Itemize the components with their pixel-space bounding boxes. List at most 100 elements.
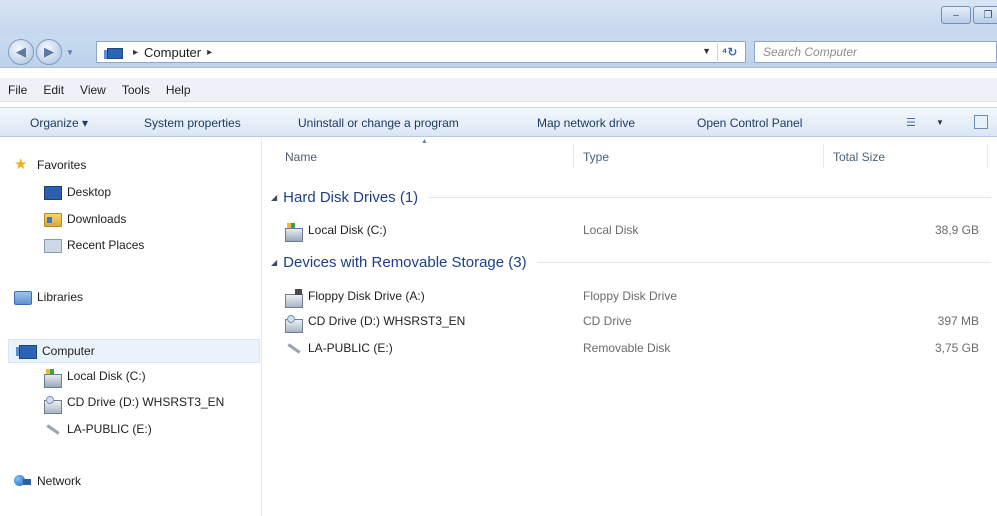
computer-icon: [16, 345, 37, 359]
column-header-total-size[interactable]: Total Size: [833, 150, 885, 164]
recent-places-icon: [44, 239, 62, 253]
sidebar-item-label: Libraries: [37, 290, 84, 304]
group-divider: [428, 197, 991, 198]
list-item[interactable]: Floppy Disk Drive (A:) Floppy Disk Drive: [285, 286, 985, 308]
libraries-icon: [14, 291, 32, 305]
menu-file[interactable]: File: [8, 83, 27, 97]
item-type: Removable Disk: [583, 341, 671, 355]
change-view-icon[interactable]: ☰: [906, 116, 916, 129]
group-header-removable-storage[interactable]: ◢ Devices with Removable Storage (3): [271, 254, 991, 271]
map-network-drive-button[interactable]: Map network drive: [537, 116, 635, 130]
title-bar: – ❐: [0, 0, 997, 34]
item-name: LA-PUBLIC (E:): [308, 341, 393, 355]
sidebar-item-la-public[interactable]: LA-PUBLIC (E:): [44, 422, 152, 436]
sidebar-item-label: Computer: [42, 344, 95, 358]
item-size: 397 MB: [937, 314, 979, 328]
sidebar-item-recent-places[interactable]: Recent Places: [44, 238, 145, 253]
star-icon: ★: [14, 156, 28, 173]
sidebar-item-favorites[interactable]: ★ Favorites: [14, 156, 87, 173]
breadcrumb-separator-icon[interactable]: ▸: [207, 47, 212, 58]
sidebar-item-network[interactable]: Network: [14, 474, 81, 488]
item-type: CD Drive: [583, 314, 632, 328]
search-input[interactable]: Search Computer: [754, 41, 997, 63]
sidebar-item-downloads[interactable]: Downloads: [44, 212, 127, 227]
open-control-panel-button[interactable]: Open Control Panel: [697, 116, 802, 130]
desktop-icon: [44, 186, 62, 200]
back-button[interactable]: ◀: [8, 39, 34, 65]
item-size: 3,75 GB: [934, 341, 979, 355]
sidebar-item-label: Downloads: [67, 212, 127, 226]
menu-bar: File Edit View Tools Help: [0, 78, 997, 102]
maximize-button[interactable]: ❐: [973, 6, 997, 24]
column-divider[interactable]: [573, 144, 574, 168]
sidebar-item-cd-drive[interactable]: CD Drive (D:) WHSRST3_EN: [44, 395, 225, 414]
sidebar-item-libraries[interactable]: Libraries: [14, 290, 84, 305]
menu-view[interactable]: View: [80, 83, 106, 97]
breadcrumb-separator-icon[interactable]: ▸: [133, 47, 138, 58]
content-pane: ▲ Name Type Total Size ◢ Hard Disk Drive…: [263, 138, 997, 516]
uninstall-program-button[interactable]: Uninstall or change a program: [298, 116, 459, 130]
column-divider[interactable]: [823, 144, 824, 168]
navigation-pane: ★ Favorites Desktop Downloads Recent Pla…: [0, 138, 262, 516]
refresh-icon[interactable]: ⁴↻: [717, 43, 741, 61]
group-header-hard-disk-drives[interactable]: ◢ Hard Disk Drives (1): [271, 189, 991, 206]
address-dropdown-icon[interactable]: ▼: [702, 46, 711, 56]
sidebar-item-label: Favorites: [37, 158, 87, 172]
item-name: Floppy Disk Drive (A:): [308, 289, 425, 303]
arrow-left-icon: ◀: [16, 44, 26, 59]
sidebar-item-label: Recent Places: [67, 238, 145, 252]
list-item[interactable]: LA-PUBLIC (E:) Removable Disk 3,75 GB: [285, 338, 985, 358]
floppy-drive-icon: [285, 289, 303, 308]
breadcrumb: ▸ Computer ▸: [127, 45, 218, 60]
group-divider: [536, 262, 991, 263]
sort-ascending-icon: ▲: [421, 138, 428, 145]
item-name: Local Disk (C:): [308, 223, 387, 237]
group-title: Hard Disk Drives (1): [283, 189, 419, 206]
sidebar-item-label: Desktop: [67, 185, 112, 199]
sidebar-item-label: LA-PUBLIC (E:): [67, 422, 152, 436]
view-dropdown-icon[interactable]: ▼: [936, 118, 944, 127]
address-bar[interactable]: ▸ Computer ▸ ▼ ⁴↻: [96, 41, 746, 63]
column-header-name[interactable]: Name: [285, 150, 317, 164]
collapse-triangle-icon[interactable]: ◢: [271, 193, 277, 202]
item-name: CD Drive (D:) WHSRST3_EN: [308, 314, 466, 328]
recent-pages-dropdown[interactable]: ▼: [66, 48, 74, 57]
sidebar-item-label: Local Disk (C:): [67, 369, 146, 383]
list-item[interactable]: CD Drive (D:) WHSRST3_EN CD Drive 397 MB: [285, 311, 985, 333]
sidebar-item-desktop[interactable]: Desktop: [44, 185, 112, 200]
hard-disk-icon: [44, 369, 62, 388]
column-divider[interactable]: [987, 144, 988, 168]
sidebar-item-label: CD Drive (D:) WHSRST3_EN: [67, 395, 225, 409]
network-icon: [14, 475, 32, 489]
preview-pane-icon[interactable]: [974, 115, 988, 129]
computer-icon: [104, 47, 123, 59]
sidebar-item-label: Network: [37, 474, 82, 488]
command-bar: Organize ▾ System properties Uninstall o…: [0, 107, 997, 137]
window-controls: – ❐: [939, 6, 997, 24]
menu-edit[interactable]: Edit: [43, 83, 64, 97]
minimize-button[interactable]: –: [941, 6, 971, 24]
forward-button[interactable]: ▶: [36, 39, 62, 65]
sidebar-item-local-disk[interactable]: Local Disk (C:): [44, 369, 146, 388]
arrow-right-icon: ▶: [44, 44, 54, 59]
item-type: Floppy Disk Drive: [583, 289, 678, 303]
list-item[interactable]: Local Disk (C:) Local Disk 38,9 GB: [285, 220, 985, 242]
menu-help[interactable]: Help: [166, 83, 191, 97]
column-header-type[interactable]: Type: [583, 150, 609, 164]
downloads-folder-icon: [44, 213, 62, 227]
system-properties-button[interactable]: System properties: [144, 116, 241, 130]
usb-drive-icon: [44, 422, 62, 436]
usb-drive-icon: [285, 341, 303, 355]
hard-disk-icon: [285, 223, 303, 242]
organize-button[interactable]: Organize ▾: [30, 116, 88, 130]
group-title: Devices with Removable Storage (3): [283, 254, 527, 271]
address-row: ◀ ▶ ▼ ▸ Computer ▸ ▼ ⁴↻ Search Computer: [0, 34, 997, 68]
item-type: Local Disk: [583, 223, 639, 237]
item-size: 38,9 GB: [934, 223, 979, 237]
cd-drive-icon: [285, 315, 303, 333]
cd-drive-icon: [44, 396, 62, 414]
menu-tools[interactable]: Tools: [122, 83, 150, 97]
sidebar-item-computer[interactable]: Computer: [8, 339, 260, 363]
breadcrumb-computer[interactable]: Computer: [144, 45, 201, 60]
collapse-triangle-icon[interactable]: ◢: [271, 258, 277, 267]
